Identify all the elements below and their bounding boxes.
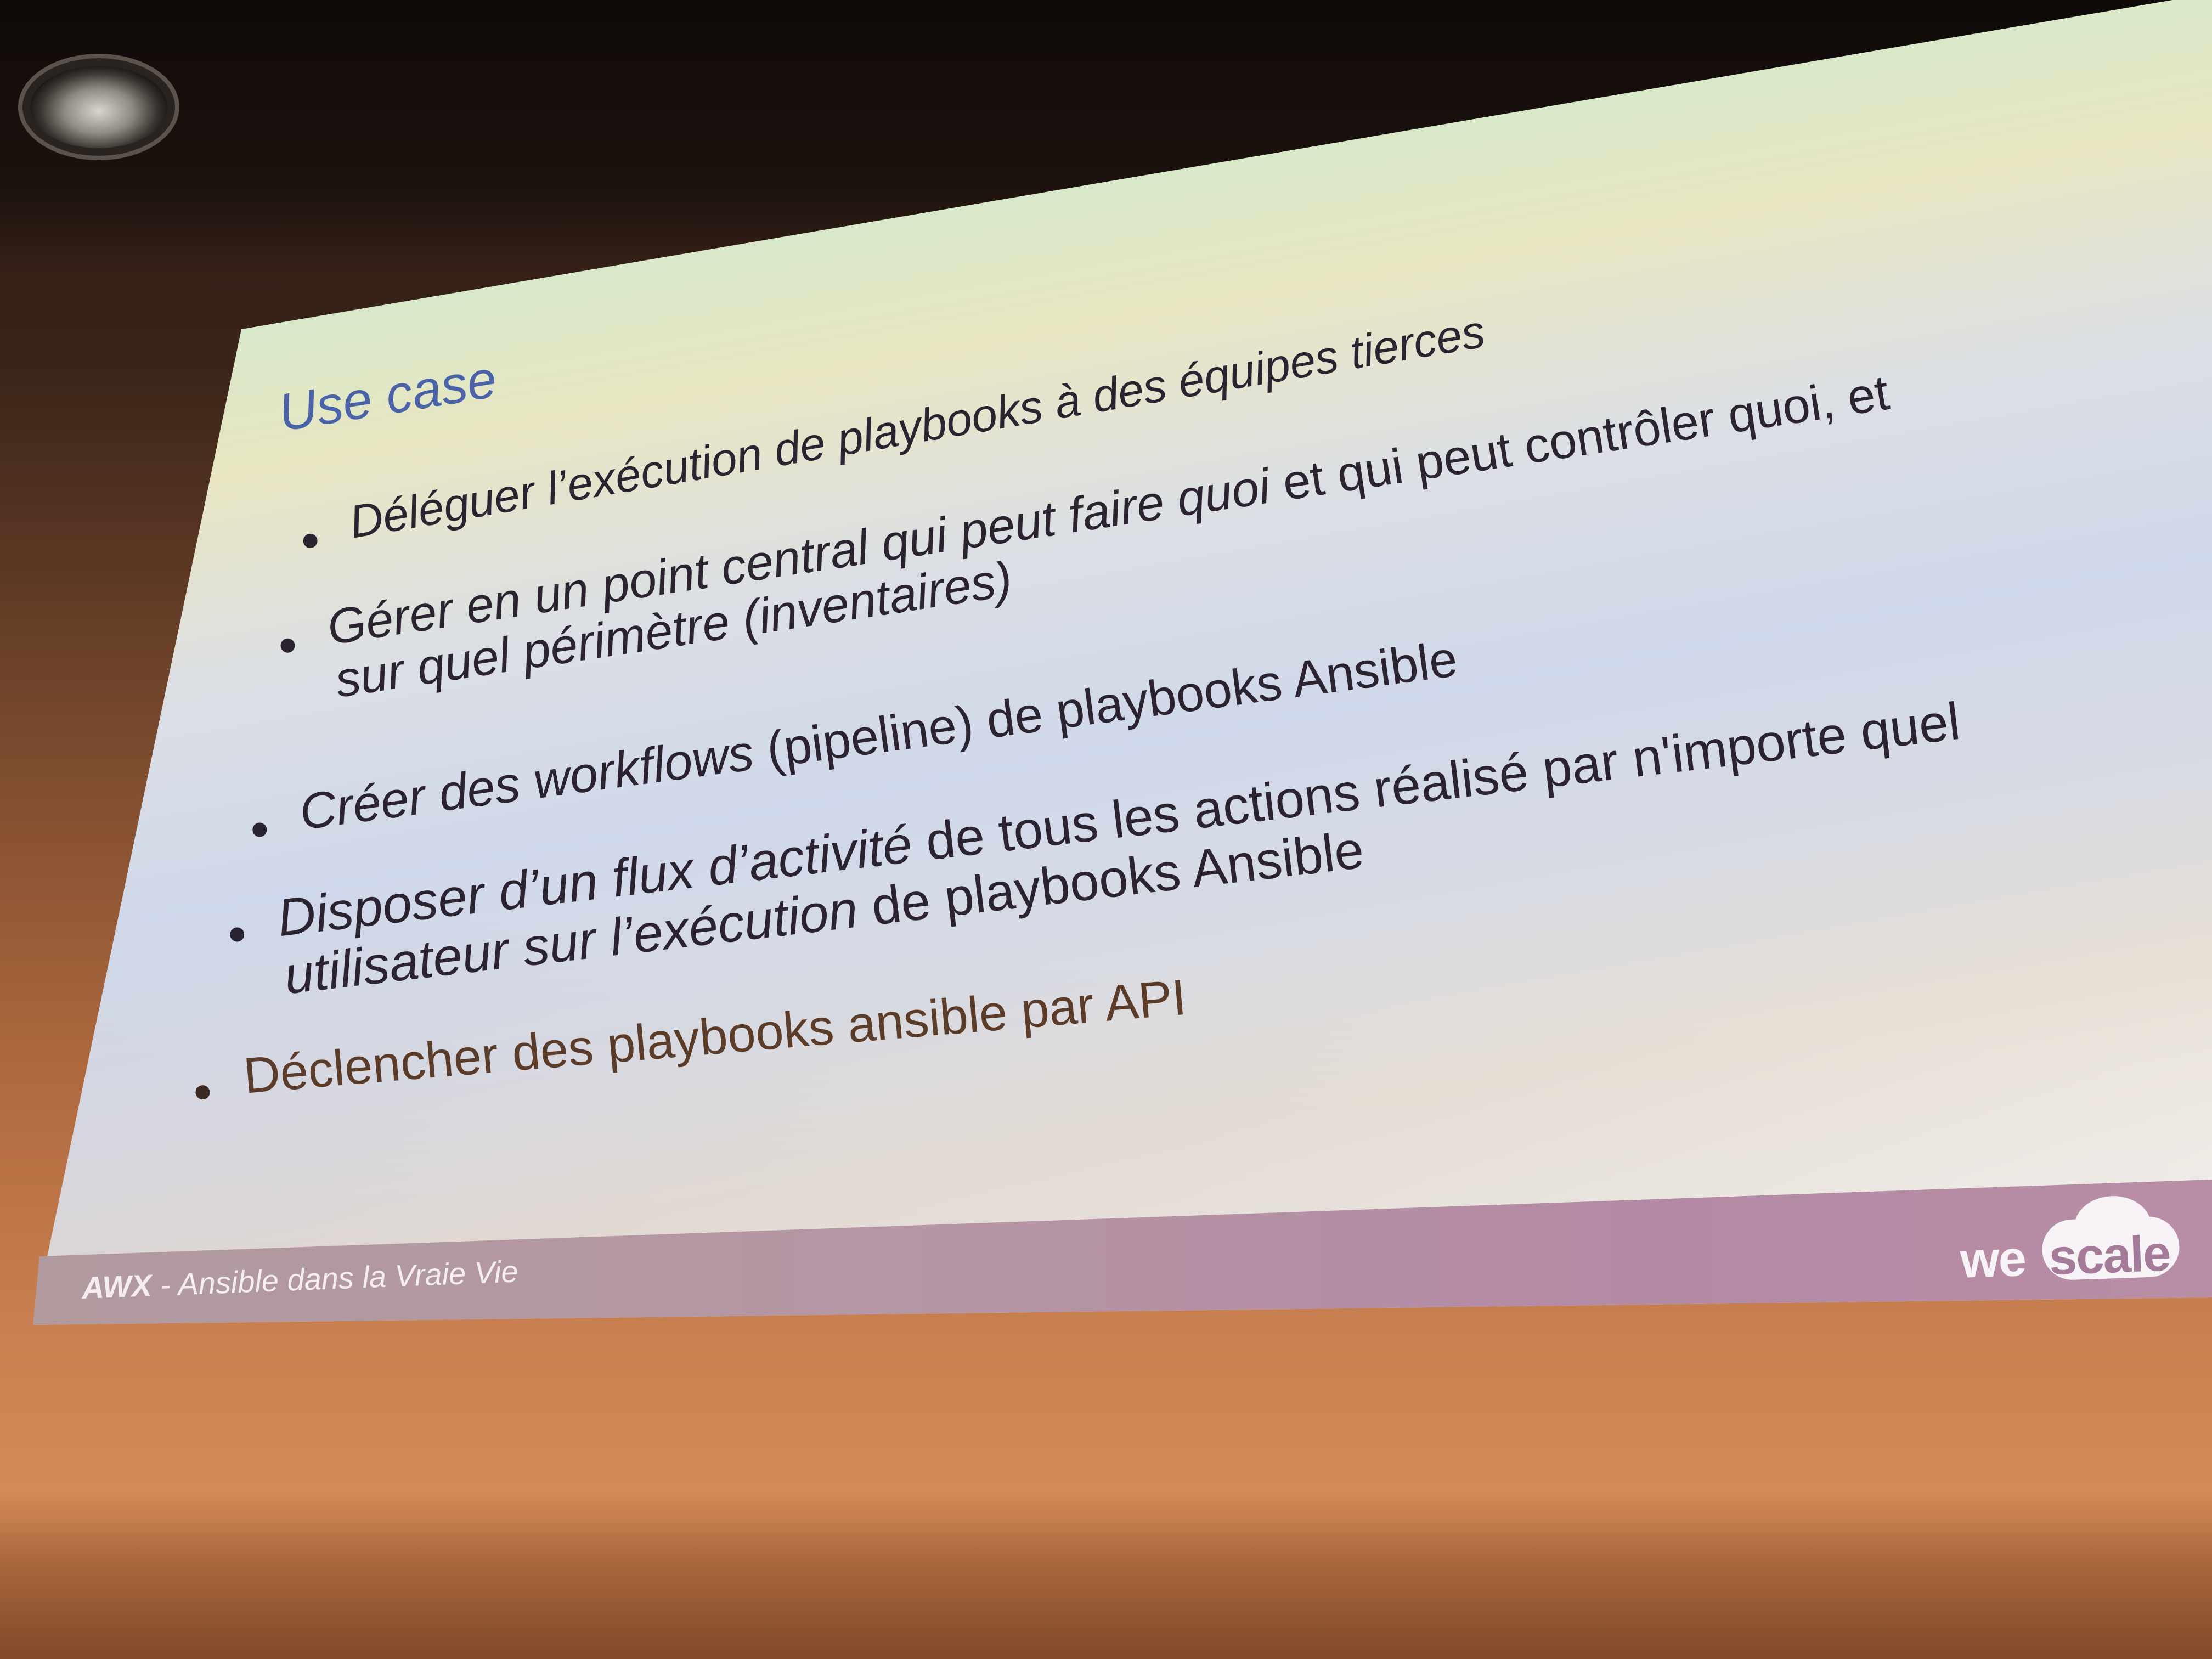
bullet-dot-icon (279, 637, 296, 654)
logo-text-scale: scale (2048, 1225, 2171, 1286)
bullet-item: Disposer d’un flux d’activité de tous le… (229, 691, 1970, 1007)
presentation-photo: Use case Déléguer l’exécution de playboo… (0, 0, 2212, 1659)
bullet-dot-icon (195, 1085, 211, 1101)
bullet-dot-icon (229, 927, 245, 943)
logo-text-we: we (1959, 1230, 2027, 1289)
bullet-list: Déléguer l’exécution de playbooks à des … (0, 0, 2212, 1659)
bullet-dot-icon (302, 532, 319, 549)
stage-floor (0, 1492, 2212, 1659)
wescale-logo: we scale (1959, 1205, 2186, 1295)
bullet-text-part: (pipeline) de playbooks Ansible (749, 630, 1461, 780)
bullet-dot-icon (251, 821, 268, 838)
footer-brand: AWX (81, 1268, 153, 1305)
bullet-text-part: Créer des workflows (296, 724, 757, 841)
projection-screen: Use case Déléguer l’exécution de playboo… (0, 0, 2212, 1659)
